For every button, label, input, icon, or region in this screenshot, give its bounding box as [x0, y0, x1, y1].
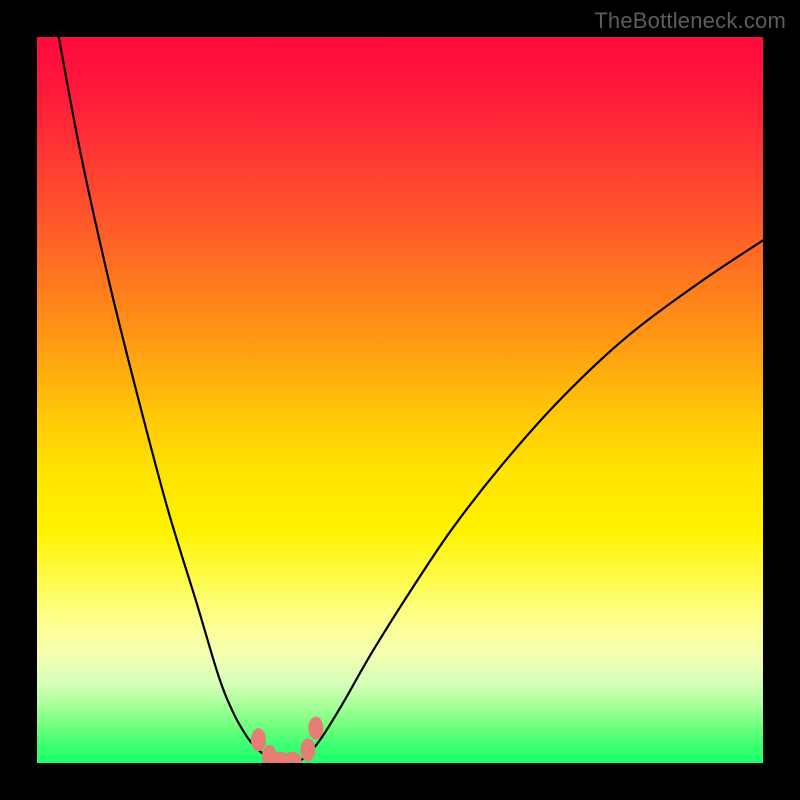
curve-marker	[251, 728, 266, 751]
curve-layer	[37, 37, 763, 763]
curve-marker	[308, 717, 323, 740]
curve-marker	[300, 738, 315, 761]
curve-markers	[251, 717, 323, 763]
curve-marker	[284, 752, 302, 763]
attribution-text: TheBottleneck.com	[594, 8, 786, 34]
bottleneck-curve	[59, 37, 763, 762]
plot-area	[37, 37, 763, 763]
chart-frame: TheBottleneck.com	[0, 0, 800, 800]
